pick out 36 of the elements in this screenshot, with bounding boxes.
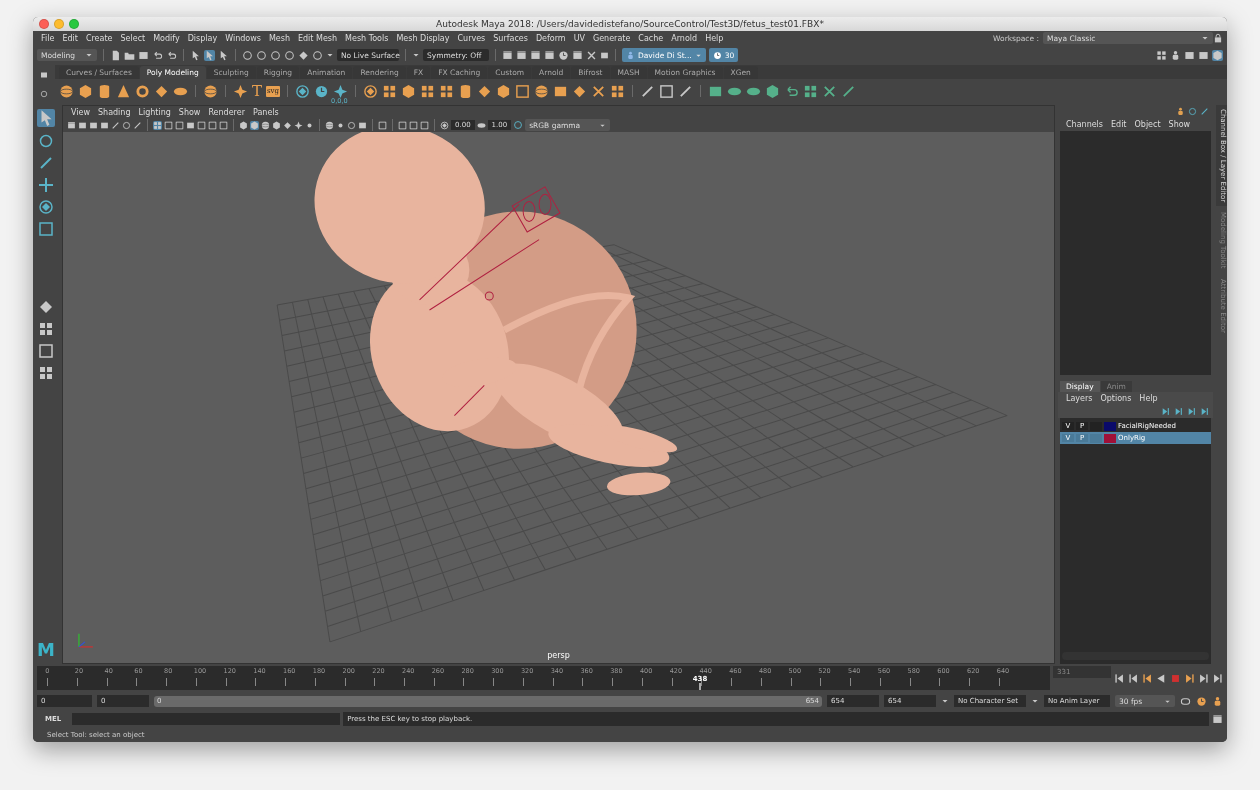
menu-item[interactable]: Mesh Tools [341,33,393,43]
layer-menu-item[interactable]: Options [1096,393,1136,403]
channel-box-menu-item[interactable]: Channels [1062,119,1107,129]
viewport-menu-item[interactable]: Panels [248,107,283,117]
channel-box-menu-item[interactable]: Edit [1107,119,1131,129]
menu-item[interactable]: Mesh [264,33,294,43]
menu-item[interactable]: Display [183,33,222,43]
text-tool-icon[interactable]: T [252,83,262,99]
layer-menu-item[interactable]: Layers [1062,393,1097,403]
menu-item[interactable]: Windows [221,33,265,43]
logo: M [37,639,55,660]
menu-item[interactable]: Create [81,33,117,43]
menu-item[interactable]: Edit Mesh [293,33,342,43]
viewport-menu-item[interactable]: Renderer [204,107,249,117]
menu-item[interactable]: Mesh Display [392,33,454,43]
menu-item[interactable]: Generate [589,33,635,43]
menu-item[interactable]: Edit [58,33,82,43]
channel-box-menu-item[interactable]: Object [1130,119,1165,129]
menu-item[interactable]: UV [569,33,589,43]
menu-item[interactable]: File [37,33,59,43]
menu-item[interactable]: Select [116,33,150,43]
menu-item[interactable]: Cache [634,33,668,43]
menu-item[interactable]: Curves [453,33,490,43]
layer-menu-item[interactable]: Help [1135,393,1162,403]
channel-box-menu-item[interactable]: Show [1164,119,1195,129]
viewport-menu-item[interactable]: Lighting [134,107,175,117]
window-title: Autodesk Maya 2018: /Users/davidedistefano/SourceControl/Test3D/fetus_test01.FBX* [435,19,825,29]
viewport-menu-item[interactable]: View [67,107,94,117]
menu-item[interactable]: Arnold [667,33,702,43]
menu-item[interactable]: Modify [149,33,184,43]
menu-item[interactable]: Help [701,33,728,43]
viewport-menu-item[interactable]: Show [174,107,205,117]
viewport-menu-item[interactable]: Shading [94,107,135,117]
camera-label: persp [547,651,570,660]
menu-item[interactable]: Deform [531,33,570,43]
menu-item[interactable]: Surfaces [489,33,532,43]
